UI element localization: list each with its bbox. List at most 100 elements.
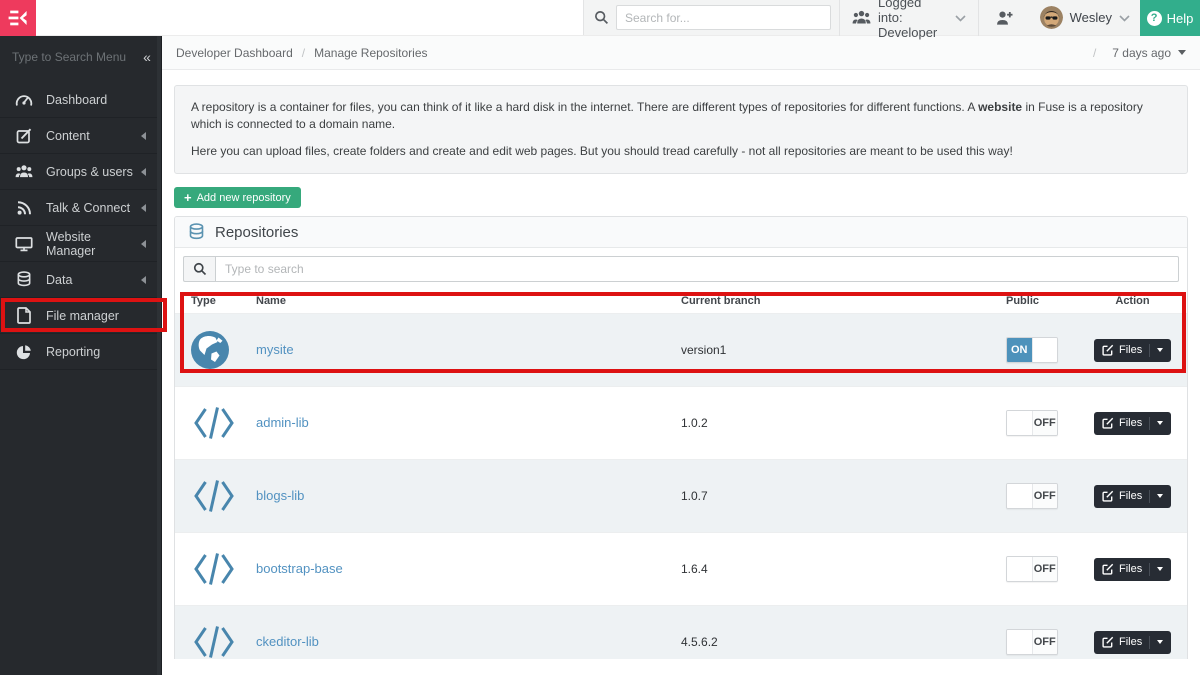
timestamp-separator: / [1092, 45, 1097, 60]
files-button[interactable]: Files [1094, 557, 1172, 581]
breadcrumb: Developer Dashboard / Manage Repositorie… [162, 36, 1200, 70]
sidebar-item-data[interactable]: Data [0, 262, 161, 298]
repositories-panel: Repositories Type Name Current branch Pu… [174, 216, 1188, 660]
files-button[interactable]: Files [1094, 630, 1172, 654]
caret-left-icon [141, 239, 146, 248]
main-content: Developer Dashboard / Manage Repositorie… [162, 36, 1200, 675]
sidebar-search-input[interactable] [10, 49, 137, 65]
dropdown-caret-icon[interactable] [1157, 494, 1164, 499]
edit-file-icon [1102, 563, 1114, 575]
question-circle-icon: ? [1146, 10, 1162, 26]
collapse-sidebar-button[interactable]: « [137, 49, 157, 65]
sidebar-item-reporting[interactable]: Reporting [0, 334, 161, 370]
table-row: bootstrap-base 1.6.4 OFF Files [175, 532, 1187, 605]
repository-search-input[interactable] [215, 256, 1179, 283]
repository-name-link[interactable]: mysite [256, 342, 294, 357]
public-toggle[interactable]: ON [1006, 337, 1058, 364]
files-button[interactable]: Files [1094, 338, 1172, 362]
talk-icon [15, 200, 33, 216]
files-label: Files [1119, 490, 1143, 503]
sidebar-item-website-manager[interactable]: Website Manager [0, 226, 161, 262]
table-row: mysite version1 ON Files [175, 313, 1187, 387]
code-icon [191, 478, 256, 514]
sidebar-item-label: Content [46, 128, 90, 143]
column-header-public: Public [1006, 295, 1040, 308]
edit-file-icon [1102, 636, 1114, 648]
groups-icon [15, 164, 33, 179]
repository-name-link[interactable]: bootstrap-base [256, 561, 343, 576]
column-header-name: Name [256, 295, 286, 308]
panel-title: Repositories [215, 223, 299, 241]
edit-file-icon [1102, 344, 1114, 356]
topbar-search-input[interactable] [616, 5, 831, 30]
button-divider [1149, 343, 1151, 357]
timestamp-dropdown[interactable]: / 7 days ago [1084, 46, 1186, 60]
files-button[interactable]: Files [1094, 411, 1172, 435]
topbar-search [584, 5, 839, 30]
add-new-repository-label: Add new repository [196, 191, 291, 204]
dropdown-caret-icon[interactable] [1157, 567, 1164, 572]
chevron-down-icon [955, 14, 966, 22]
globe-icon [191, 331, 256, 370]
public-toggle[interactable]: OFF [1006, 410, 1058, 437]
sidebar-item-dashboard[interactable]: Dashboard [0, 82, 161, 118]
file-icon [15, 307, 33, 324]
sidebar-item-label: Website Manager [46, 229, 96, 258]
info-paragraph-1: A repository is a container for files, y… [191, 100, 1143, 132]
repository-name-link[interactable]: admin-lib [256, 415, 309, 430]
avatar [1039, 6, 1063, 29]
dropdown-caret-icon[interactable] [1157, 421, 1164, 426]
sidebar-item-content[interactable]: Content [0, 118, 161, 154]
repository-name-link[interactable]: blogs-lib [256, 488, 304, 503]
edit-file-icon [1102, 417, 1114, 429]
info-paragraph-2: Here you can upload files, create folder… [191, 143, 1013, 158]
sidebar-item-label: Reporting [46, 344, 101, 359]
sidebar-item-file-manager[interactable]: File manager [0, 298, 161, 334]
reporting-icon [15, 344, 33, 360]
sidebar: « Dashboard Content Groups & users Talk … [0, 36, 162, 675]
website-icon [15, 236, 33, 252]
add-user-button[interactable] [979, 0, 1030, 36]
panel-header: Repositories [175, 217, 1187, 249]
caret-left-icon [141, 167, 146, 176]
caret-down-icon [1178, 50, 1186, 55]
sidebar-item-label: Groups & users [46, 164, 133, 179]
button-divider [1149, 489, 1151, 503]
sidebar-item-groups-users[interactable]: Groups & users [0, 154, 161, 190]
search-icon [594, 10, 609, 25]
breadcrumb-item-developer-dashboard[interactable]: Developer Dashboard [176, 46, 293, 60]
code-icon [191, 405, 256, 441]
database-icon [188, 223, 205, 241]
topbar: Logged into: Developer Wesley ? Help [0, 0, 1200, 40]
add-new-repository-button[interactable]: + Add new repository [174, 187, 301, 209]
help-button[interactable]: ? Help [1140, 0, 1200, 36]
timestamp-label: 7 days ago [1112, 45, 1171, 60]
user-menu[interactable]: Wesley [1030, 0, 1140, 36]
public-toggle[interactable]: OFF [1006, 629, 1058, 656]
public-toggle[interactable]: OFF [1006, 483, 1058, 510]
files-button[interactable]: Files [1094, 484, 1172, 508]
dropdown-caret-icon[interactable] [1157, 640, 1164, 645]
column-header-action: Action [1115, 295, 1150, 308]
table-header: Type Name Current branch Public Action [175, 290, 1187, 313]
public-toggle[interactable]: OFF [1006, 556, 1058, 583]
brand-logo-icon [8, 10, 27, 26]
sidebar-item-talk-connect[interactable]: Talk & Connect [0, 190, 161, 226]
sidebar-item-label: Dashboard [46, 92, 108, 107]
dropdown-caret-icon[interactable] [1157, 348, 1164, 353]
plus-icon: + [184, 190, 192, 206]
files-label: Files [1119, 563, 1143, 576]
sidebar-scrollbar[interactable] [157, 36, 161, 675]
content-icon [15, 128, 33, 144]
breadcrumb-separator: / [301, 45, 306, 60]
sidebar-item-label: Talk & Connect [46, 200, 131, 215]
search-icon [183, 256, 215, 283]
logged-into-dropdown[interactable]: Logged into: Developer [839, 0, 979, 40]
app-logo[interactable] [0, 0, 36, 36]
breadcrumb-item-manage-repositories[interactable]: Manage Repositories [314, 46, 427, 60]
repository-name-link[interactable]: ckeditor-lib [256, 634, 319, 649]
page-body: A repository is a container for files, y… [162, 85, 1200, 660]
info-box: A repository is a container for files, y… [174, 85, 1188, 175]
chevron-down-icon [1119, 14, 1130, 22]
